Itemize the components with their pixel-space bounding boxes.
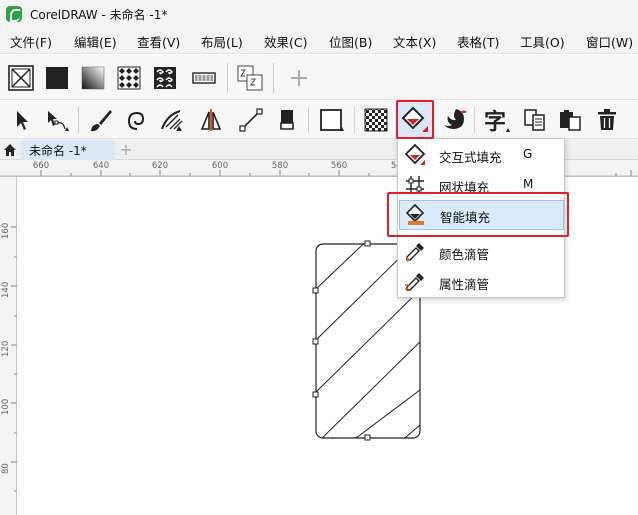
ruler-label: 120 (1, 340, 11, 357)
ruler-label: 600 (211, 161, 229, 171)
artistic-media-icon[interactable] (86, 106, 116, 134)
menu-view[interactable]: 查看(V) (137, 32, 180, 51)
vector-pattern-fill-icon[interactable] (114, 63, 144, 93)
menu-file[interactable]: 文件(F) (10, 32, 52, 51)
interactive-fill-label: 交互式填充 (439, 150, 502, 165)
ruler-label: 160 (1, 222, 11, 239)
color-eyedropper-item[interactable]: 颜色滴管 (399, 238, 564, 266)
color-eyedropper-icon (404, 241, 426, 263)
title-bar: CorelDRAW - 未命名 -1* (0, 0, 638, 28)
clipboard-icon[interactable] (555, 106, 585, 134)
text-tool-icon[interactable]: 字 (480, 105, 514, 135)
menu-text[interactable]: 文本(X) (393, 32, 436, 51)
vertical-ruler: 160 140 120 100 80 (0, 177, 17, 515)
eraser-icon[interactable] (272, 106, 302, 134)
add-icon[interactable] (284, 63, 314, 93)
two-color-pattern-fill-icon[interactable] (188, 63, 220, 93)
no-fill-icon[interactable] (6, 63, 36, 93)
ruler-label: 640 (92, 161, 110, 171)
ruler-label: 560 (330, 161, 348, 171)
toolbar-separator (354, 107, 355, 133)
interactive-fill-item[interactable]: 交互式填充 G (399, 141, 564, 169)
smart-fill-label: 智能填充 (440, 210, 491, 225)
ruler-label: 140 (1, 281, 11, 298)
menu-window[interactable]: 窗口(W) (586, 32, 633, 51)
smart-fill-icon (405, 203, 427, 226)
interactive-fill-icon (404, 143, 426, 166)
menu-tools[interactable]: 工具(O) (520, 32, 565, 51)
menu-bitmaps[interactable]: 位图(B) (329, 32, 372, 51)
calligraphy-pen-icon[interactable] (156, 106, 188, 134)
attributes-eyedropper-item[interactable]: 属性滴管 (399, 268, 564, 296)
svg-text:字: 字 (484, 109, 506, 134)
fill-tool-flyout: 交互式填充 G 网状填充 M 智能填充 颜色滴管 属性滴管 (397, 138, 565, 298)
new-document-tab-button[interactable]: + (118, 140, 134, 159)
mesh-fill-label: 网状填充 (439, 180, 490, 195)
transparency-icon[interactable] (361, 106, 391, 134)
color-eyedropper-label: 颜色滴管 (439, 247, 490, 262)
copy-properties-icon[interactable] (520, 106, 550, 134)
menu-effects[interactable]: 效果(C) (264, 32, 307, 51)
toolbar-separator (308, 107, 309, 133)
delete-icon[interactable] (593, 106, 621, 134)
menu-edit[interactable]: 编辑(E) (74, 32, 117, 51)
texture-fill-icon[interactable] (234, 63, 266, 93)
shape-tool-icon[interactable] (42, 106, 72, 134)
fill-tool-button[interactable] (398, 102, 432, 138)
attributes-eyedropper-icon (404, 271, 426, 293)
menu-table[interactable]: 表格(T) (457, 32, 499, 51)
connector-tool-icon[interactable] (236, 106, 268, 134)
window-title: CorelDRAW - 未命名 -1* (30, 7, 168, 22)
toolbar-separator (474, 107, 475, 133)
smart-fill-icon[interactable] (438, 105, 470, 135)
dimension-tool-icon[interactable] (196, 106, 228, 134)
rectangle-icon[interactable] (316, 106, 348, 134)
ruler-label: 80 (1, 463, 11, 474)
mesh-fill-icon (404, 174, 426, 196)
flyout-separator (402, 235, 560, 236)
toolbox: 字 (0, 101, 638, 139)
ruler-label: 100 (1, 398, 11, 415)
smart-fill-item[interactable]: 智能填充 (399, 200, 564, 230)
mesh-fill-item[interactable]: 网状填充 M (399, 171, 564, 199)
document-tab-label: 未命名 -1* (29, 143, 87, 158)
ruler-label: 660 (32, 161, 50, 171)
toolbar-separator (227, 63, 228, 93)
pick-tool-icon[interactable] (8, 106, 34, 134)
fill-property-bar (0, 55, 638, 100)
uniform-fill-icon[interactable] (42, 63, 72, 93)
menu-bar: 文件(F) 编辑(E) 查看(V) 布局(L) 效果(C) 位图(B) 文本(X… (0, 28, 638, 54)
menu-layout[interactable]: 布局(L) (201, 32, 243, 51)
spiral-icon[interactable] (122, 106, 152, 134)
coreldraw-logo-icon (6, 6, 22, 22)
home-icon[interactable] (2, 142, 18, 158)
interactive-fill-icon (401, 106, 428, 132)
toolbar-separator (78, 107, 79, 133)
document-tab[interactable]: 未命名 -1* (21, 140, 115, 160)
interactive-fill-shortcut: G (523, 147, 533, 161)
bitmap-pattern-fill-icon[interactable] (150, 63, 180, 93)
ruler-label: 580 (271, 161, 289, 171)
ruler-label: 620 (151, 161, 169, 171)
attributes-eyedropper-label: 属性滴管 (439, 277, 490, 292)
mesh-fill-shortcut: M (523, 177, 534, 191)
toolbar-separator (273, 63, 274, 93)
fountain-fill-icon[interactable] (78, 63, 108, 93)
